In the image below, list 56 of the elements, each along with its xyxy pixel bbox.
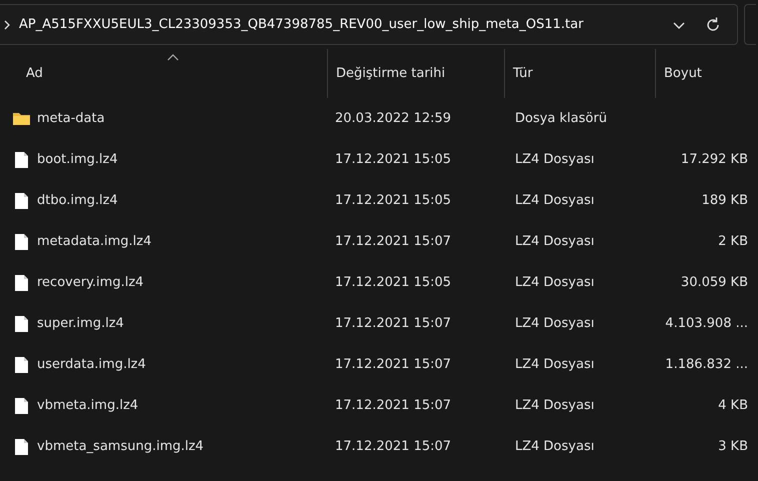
file-size: 4.103.908 ... [665, 316, 748, 331]
file-name[interactable]: recovery.img.lz4 [37, 275, 144, 290]
modified-date: 17.12.2021 15:05 [335, 275, 452, 290]
file-icon [12, 396, 31, 414]
modified-date: 20.03.2022 12:59 [335, 111, 452, 126]
file-size: 1.186.832 ... [665, 357, 748, 372]
address-path: AP_A515FXXU5EUL3_CL23309353_QB47398785_REV00_user_low_ship_meta_OS11.tar [19, 17, 584, 32]
file-size: 189 KB [702, 193, 748, 208]
column-label: Değiştirme tarihi [336, 66, 446, 81]
chevron-right-icon[interactable] [3, 20, 11, 30]
column-header-cell[interactable]: Ad [0, 49, 327, 98]
file-name[interactable]: boot.img.lz4 [37, 152, 118, 167]
file-icon [12, 232, 31, 250]
file-icon [12, 438, 31, 456]
file-name[interactable]: dtbo.img.lz4 [37, 193, 118, 208]
modified-date: 17.12.2021 15:05 [335, 152, 452, 167]
folder-name[interactable]: meta-data [37, 111, 105, 126]
file-type: LZ4 Dosyası [515, 152, 594, 167]
modified-date: 17.12.2021 15:07 [335, 357, 452, 372]
address-bar[interactable]: AP_A515FXXU5EUL3_CL23309353_QB47398785_REV00_user_low_ship_meta_OS11.tar [0, 4, 738, 45]
modified-date: 17.12.2021 15:07 [335, 316, 452, 331]
file-name[interactable]: metadata.img.lz4 [37, 234, 152, 249]
file-icon [12, 274, 31, 292]
modified-date: 17.12.2021 15:07 [335, 439, 452, 454]
file-size: 4 KB [718, 398, 748, 413]
file-size: 30.059 KB [680, 275, 748, 290]
file-icon [12, 314, 31, 332]
sort-up-icon [166, 53, 178, 61]
file-size: 2 KB [718, 234, 748, 249]
column-label: Tür [513, 66, 533, 81]
file-type: Dosya klasörü [515, 111, 607, 126]
file-name[interactable]: vbmeta.img.lz4 [37, 398, 138, 413]
file-name[interactable]: userdata.img.lz4 [37, 357, 146, 372]
file-type: LZ4 Dosyası [515, 439, 594, 454]
file-type: LZ4 Dosyası [515, 193, 594, 208]
modified-date: 17.12.2021 15:07 [335, 398, 452, 413]
file-type: LZ4 Dosyası [515, 357, 594, 372]
column-label: Boyut [664, 66, 702, 81]
column-header-cell[interactable]: Tür [504, 49, 655, 98]
file-name[interactable]: vbmeta_samsung.img.lz4 [37, 439, 204, 454]
modified-date: 17.12.2021 15:07 [335, 234, 452, 249]
modified-date: 17.12.2021 15:05 [335, 193, 452, 208]
file-icon [12, 356, 31, 374]
file-type: LZ4 Dosyası [515, 234, 594, 249]
file-icon [12, 192, 31, 210]
file-type: LZ4 Dosyası [515, 275, 594, 290]
column-header-cell[interactable]: Boyut [655, 49, 758, 98]
file-icon [12, 150, 31, 168]
file-type: LZ4 Dosyası [515, 316, 594, 331]
column-header-cell[interactable]: Değiştirme tarihi [327, 49, 504, 98]
column-label: Ad [26, 66, 43, 81]
file-name[interactable]: super.img.lz4 [37, 316, 124, 331]
search-field[interactable] [744, 4, 756, 45]
file-type: LZ4 Dosyası [515, 398, 594, 413]
file-size: 17.292 KB [680, 152, 748, 167]
file-size: 3 KB [718, 439, 748, 454]
